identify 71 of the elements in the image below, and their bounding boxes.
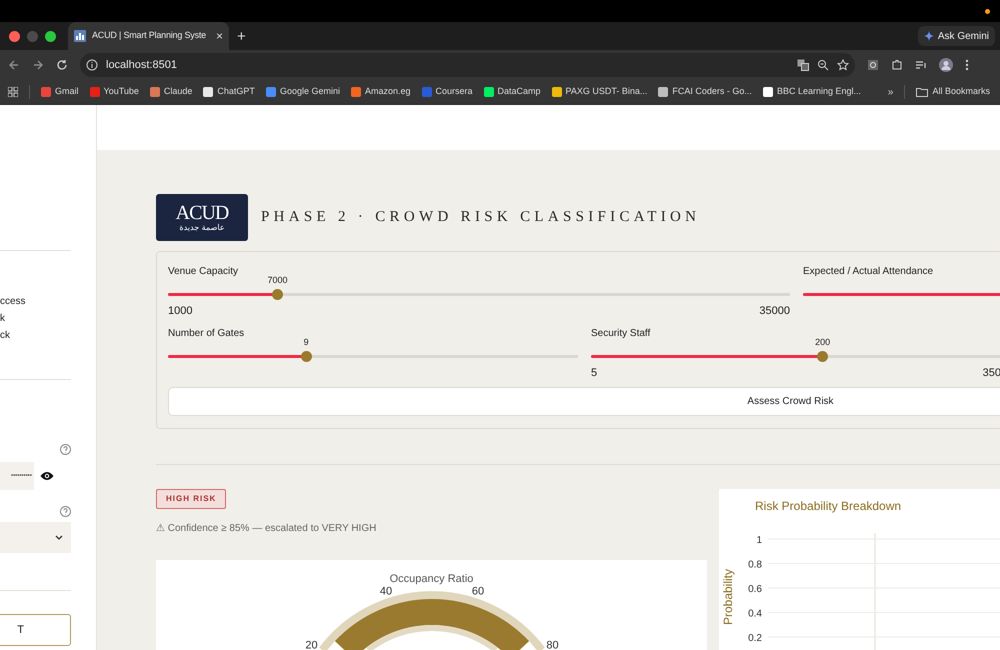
bookmark-link[interactable]: Gmail <box>41 85 79 99</box>
bookmark-link[interactable]: YouTube <box>90 85 139 99</box>
avatar-icon[interactable] <box>939 58 953 72</box>
chart-favicon-icon <box>74 30 86 42</box>
y-tick-label: 0.2 <box>748 633 762 644</box>
bookmark-link[interactable]: BBC Learning Engl... <box>762 85 861 99</box>
y-tick-label: 1 <box>756 535 762 546</box>
slider-label: Security Staff <box>591 327 650 340</box>
apps-icon[interactable] <box>8 87 18 97</box>
y-tick-label: 0.8 <box>748 560 762 570</box>
all-bookmarks-button[interactable]: All Bookmarks <box>916 85 990 99</box>
forward-icon[interactable] <box>32 59 44 71</box>
gauge-tick-label: 80 <box>546 639 559 650</box>
risk-badge: HIGH RISK <box>156 489 226 509</box>
y-tick-label: 0.6 <box>748 584 762 595</box>
more-bookmarks-button[interactable]: » <box>888 84 894 100</box>
playlist-icon[interactable] <box>915 59 927 71</box>
confidence-note: ⚠ Confidence ≥ 85% — escalated to VERY HIGH <box>156 522 378 536</box>
slider-max: 35000 <box>759 304 790 319</box>
slider-min: 1000 <box>168 304 192 319</box>
zoom-icon[interactable] <box>817 59 829 71</box>
gauge-tick-label: 40 <box>380 585 392 598</box>
help-icon[interactable] <box>60 444 71 455</box>
slider-value: 7000 <box>267 274 288 287</box>
slider-value: 200 <box>815 336 830 349</box>
bookmark-link[interactable]: Amazon.eg <box>350 85 410 99</box>
reload-icon[interactable] <box>56 59 68 71</box>
slider-label: Venue Capacity <box>168 265 238 278</box>
page-title: PHASE 2 · CROWD RISK CLASSIFICATION <box>261 208 700 228</box>
tab-title: ACUD | Smart Planning Syste <box>92 29 207 42</box>
info-icon[interactable] <box>86 59 98 71</box>
y-tick-label: 0.4 <box>748 608 762 620</box>
slider-label: Number of Gates <box>168 327 244 340</box>
bookmark-link[interactable]: ChatGPT <box>203 85 255 99</box>
bookmark-link[interactable]: DataCamp <box>484 85 541 99</box>
tab-close-button[interactable]: × <box>216 30 223 42</box>
new-tab-button[interactable]: + <box>237 28 246 44</box>
bookmark-link[interactable]: Google Gemini <box>266 85 340 99</box>
assess-button[interactable]: Assess Crowd Risk <box>168 387 1000 416</box>
bookmark-link[interactable]: Claude <box>150 85 192 99</box>
slider-label: Expected / Actual Attendance <box>803 265 934 278</box>
translate-icon[interactable] <box>797 59 809 71</box>
folder-icon <box>916 87 928 97</box>
close-window-button[interactable] <box>9 30 20 42</box>
url-text: localhost:8501 <box>106 58 178 73</box>
bookmark-link[interactable]: Coursera <box>422 85 473 99</box>
menu-icon[interactable] <box>965 59 969 71</box>
address-bar[interactable]: localhost:8501 <box>80 53 855 77</box>
y-axis-label: Probability <box>721 568 735 626</box>
chevron-down-icon <box>55 535 63 540</box>
bookmark-link[interactable]: PAXG USDT- Bina... <box>552 85 648 99</box>
help-icon[interactable] <box>60 506 71 517</box>
browser-tab[interactable]: ACUD | Smart Planning Syste × <box>68 22 229 50</box>
sparkle-icon <box>924 31 934 41</box>
back-icon[interactable] <box>8 59 20 71</box>
slider-value: 9 <box>304 336 309 349</box>
sidebar-button[interactable]: T <box>0 614 71 646</box>
option-label[interactable]: k <box>0 311 5 326</box>
gauge-tick-label: 20 <box>305 639 318 650</box>
maximize-window-button[interactable] <box>45 30 56 42</box>
star-icon[interactable] <box>837 59 849 71</box>
ask-gemini-button[interactable]: Ask Gemini <box>918 26 995 46</box>
gauge-title: Occupancy Ratio <box>390 572 474 586</box>
option-label[interactable]: ccess <box>0 294 26 309</box>
extension-icon[interactable] <box>867 59 879 71</box>
gauge-tick-label: 60 <box>472 585 484 598</box>
option-label[interactable]: ck <box>0 328 10 343</box>
eye-icon[interactable] <box>40 471 54 481</box>
slider-min: 5 <box>591 366 598 381</box>
bookmark-link[interactable]: FCAI Coders - Go... <box>658 85 752 99</box>
chart-title: Risk Probability Breakdown <box>755 499 902 513</box>
